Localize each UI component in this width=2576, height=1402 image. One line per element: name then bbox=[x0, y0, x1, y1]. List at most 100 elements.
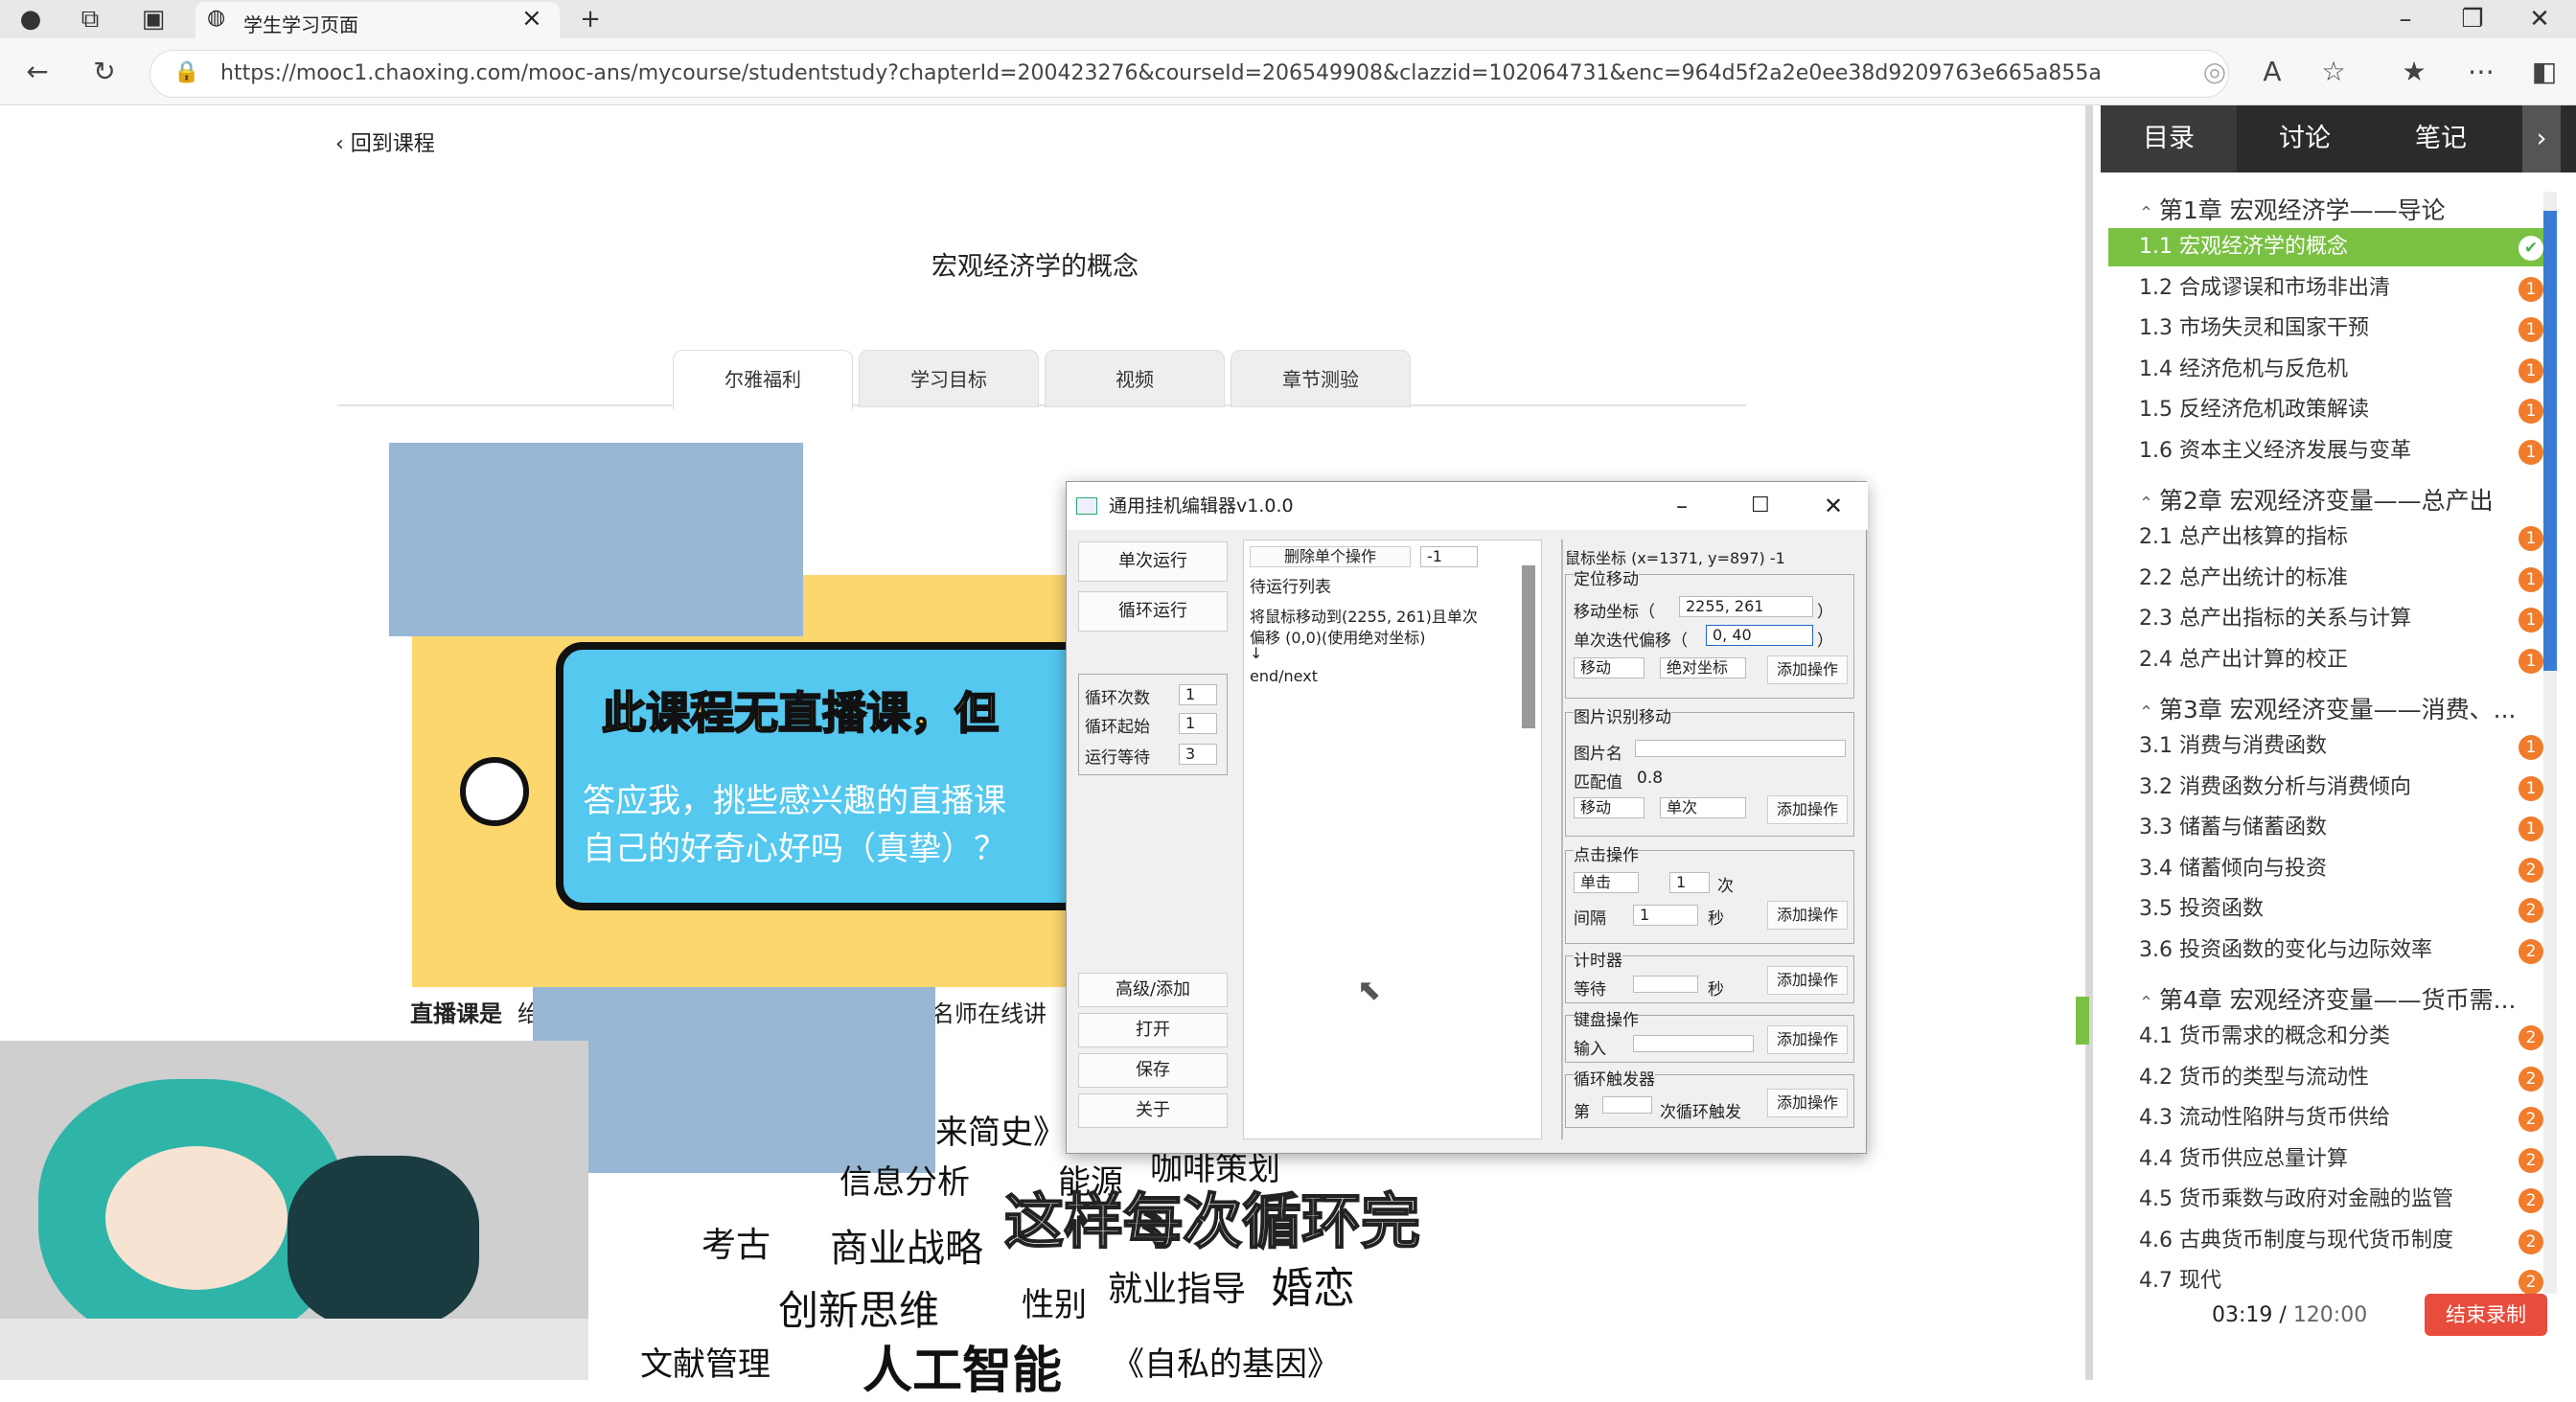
chapter-heading[interactable]: ⌃ 第4章 宏观经济变量——货币需... bbox=[2139, 981, 2517, 1016]
click-times-input[interactable]: 1 bbox=[1669, 872, 1710, 893]
timer-input[interactable] bbox=[1633, 976, 1698, 993]
minimize-icon[interactable]: – bbox=[1676, 482, 1688, 530]
toc-item[interactable]: 4.4 货币供应总量计算 2 bbox=[2108, 1140, 2549, 1179]
mode-select-2[interactable]: 单次 bbox=[1660, 797, 1746, 818]
delete-index-input[interactable]: -1 bbox=[1420, 546, 1478, 567]
offset-input[interactable]: 0, 40 bbox=[1706, 625, 1813, 646]
restore-icon[interactable]: ❐ bbox=[2453, 0, 2492, 38]
toc-item[interactable]: 1.5 反经济危机政策解读 1 bbox=[2108, 391, 2549, 429]
tab-quiz[interactable]: 章节测验 bbox=[1230, 350, 1411, 407]
img-name-input[interactable] bbox=[1635, 740, 1846, 757]
close-window-icon[interactable]: ✕ bbox=[2520, 0, 2559, 38]
move-select[interactable]: 移动 bbox=[1574, 657, 1644, 678]
toc-item[interactable]: 1.2 合成谬误和市场非出清 1 bbox=[2108, 269, 2549, 308]
about-button[interactable]: 关于 bbox=[1078, 1093, 1228, 1128]
tab-actions-icon[interactable]: ▣ bbox=[134, 0, 172, 38]
toc-item[interactable]: 4.1 货币需求的概念和分类 2 bbox=[2108, 1018, 2549, 1056]
chapter-heading[interactable]: ⌃ 第1章 宏观经济学——导论 bbox=[2139, 192, 2446, 226]
click-group: 点击操作 单击 1 次 间隔 1 秒 添加操作 bbox=[1565, 841, 1854, 944]
toc-item[interactable]: 2.4 总产出计算的校正 1 bbox=[2108, 641, 2549, 679]
back-icon[interactable]: ← bbox=[13, 48, 61, 96]
add-op-button[interactable]: 添加操作 bbox=[1767, 1025, 1848, 1054]
toc-item[interactable]: 3.5 投资函数 2 bbox=[2108, 890, 2549, 929]
list-item-text[interactable]: 将鼠标移动到(2255, 261)且单次 bbox=[1250, 604, 1478, 627]
chapter-heading[interactable]: ⌃ 第3章 宏观经济变量——消费、... bbox=[2139, 691, 2517, 725]
match-value[interactable]: 0.8 bbox=[1637, 769, 1663, 788]
tab-erya[interactable]: 尔雅福利 bbox=[673, 350, 853, 409]
loop-count-input[interactable]: 1 bbox=[1179, 684, 1217, 705]
toc-item[interactable]: 4.5 货币乘数与政府对金融的监管 2 bbox=[2108, 1181, 2549, 1219]
close-tab-icon[interactable]: × bbox=[521, 4, 542, 33]
live-label: 直播课是 bbox=[410, 1000, 502, 1027]
toc-item[interactable]: 1.3 市场失灵和国家干预 1 bbox=[2108, 310, 2549, 348]
sidebar-scrollbar[interactable] bbox=[2543, 192, 2557, 1294]
toc-item[interactable]: 3.4 储蓄倾向与投资 2 bbox=[2108, 850, 2549, 888]
wait-input[interactable]: 3 bbox=[1179, 744, 1217, 765]
minimize-icon[interactable]: – bbox=[2386, 0, 2425, 38]
sidebar-toggle-icon[interactable]: ◧ bbox=[2520, 48, 2568, 96]
move-select-2[interactable]: 移动 bbox=[1574, 797, 1644, 818]
toc-item[interactable]: 3.3 储蓄与储蓄函数 1 bbox=[2108, 809, 2549, 847]
run-once-button[interactable]: 单次运行 bbox=[1078, 541, 1228, 582]
tab-notes[interactable]: 笔记 bbox=[2373, 105, 2509, 172]
favorite-icon[interactable]: ☆ bbox=[2310, 48, 2358, 96]
toc-item-label: 1.6 资本主义经济发展与变革 bbox=[2139, 438, 2411, 463]
toc-item[interactable]: 4.2 货币的类型与流动性 2 bbox=[2108, 1059, 2549, 1097]
scrollbar-thumb[interactable] bbox=[2543, 211, 2557, 671]
toc-item[interactable]: 4.6 古典货币制度与现代货币制度 2 bbox=[2108, 1222, 2549, 1260]
toc-item[interactable]: 2.3 总产出指标的关系与计算 1 bbox=[2108, 600, 2549, 638]
chapter-heading[interactable]: ⌃ 第2章 宏观经济变量——总产出 bbox=[2139, 482, 2494, 517]
maximize-icon[interactable]: ☐ bbox=[1751, 482, 1770, 530]
add-op-button[interactable]: 添加操作 bbox=[1767, 1089, 1848, 1117]
end-recording-button[interactable]: 结束录制 bbox=[2425, 1294, 2547, 1336]
toc-item[interactable]: 1.1 宏观经济学的概念 ✔ bbox=[2108, 228, 2549, 266]
delete-op-button[interactable]: 删除单个操作 bbox=[1250, 546, 1411, 567]
toc-item[interactable]: 1.6 资本主义经济发展与变革 1 bbox=[2108, 432, 2549, 471]
click-title: 点击操作 bbox=[1574, 841, 1639, 865]
tab-discuss[interactable]: 讨论 bbox=[2237, 105, 2373, 172]
workspaces-icon[interactable]: ⧉ bbox=[71, 0, 109, 38]
favorites-icon[interactable]: ★ bbox=[2390, 48, 2438, 96]
browser-tab[interactable]: ◍ 学生学习页面 × bbox=[196, 2, 560, 40]
add-op-button[interactable]: 添加操作 bbox=[1767, 966, 1848, 995]
click-select[interactable]: 单击 bbox=[1574, 872, 1639, 893]
toc-item[interactable]: 2.2 总产出统计的标准 1 bbox=[2108, 560, 2549, 598]
new-tab-icon[interactable]: + bbox=[571, 0, 610, 38]
back-link[interactable]: ‹ 回到课程 bbox=[335, 126, 435, 157]
loop-start-input[interactable]: 1 bbox=[1179, 713, 1217, 734]
toc-item[interactable]: 4.3 流动性陷阱与货币供给 2 bbox=[2108, 1099, 2549, 1138]
arrow-down-icon: ↓ bbox=[1250, 644, 1263, 662]
add-op-button[interactable]: 添加操作 bbox=[1767, 901, 1848, 930]
tab-goals[interactable]: 学习目标 bbox=[859, 350, 1039, 407]
close-icon[interactable]: ✕ bbox=[1824, 482, 1843, 530]
tab-video[interactable]: 视频 bbox=[1045, 350, 1225, 407]
scrollbar[interactable] bbox=[1522, 565, 1535, 728]
open-button[interactable]: 打开 bbox=[1078, 1013, 1228, 1047]
more-icon[interactable]: ⋯ bbox=[2457, 48, 2505, 96]
toc-item[interactable]: 1.4 经济危机与反危机 1 bbox=[2108, 351, 2549, 389]
tracking-icon[interactable]: ◎ bbox=[2191, 48, 2239, 96]
save-button[interactable]: 保存 bbox=[1078, 1053, 1228, 1088]
key-input[interactable] bbox=[1633, 1035, 1754, 1052]
refresh-icon[interactable]: ↻ bbox=[80, 48, 128, 96]
toc-item[interactable]: 3.6 投资函数的变化与边际效率 2 bbox=[2108, 931, 2549, 970]
read-aloud-icon[interactable]: A bbox=[2248, 48, 2296, 96]
sidebar-collapse-handle[interactable] bbox=[2076, 997, 2089, 1045]
profile-icon[interactable]: ● bbox=[13, 0, 48, 38]
run-loop-button[interactable]: 循环运行 bbox=[1078, 591, 1228, 632]
toc-item[interactable]: 3.2 消费函数分析与消费倾向 1 bbox=[2108, 769, 2549, 807]
wait2-label: 等待 bbox=[1574, 980, 1606, 1000]
toc-item[interactable]: 3.1 消费与消费函数 1 bbox=[2108, 727, 2549, 766]
add-op-button[interactable]: 添加操作 bbox=[1767, 655, 1848, 684]
toc-item-label: 2.3 总产出指标的关系与计算 bbox=[2139, 607, 2411, 631]
interval-input[interactable]: 1 bbox=[1633, 905, 1698, 926]
list-item-text-2[interactable]: 偏移 (0,0)(使用绝对坐标) bbox=[1250, 625, 1426, 648]
move-coord-input[interactable]: 2255, 261 bbox=[1679, 596, 1813, 617]
tab-catalog[interactable]: 目录 bbox=[2101, 105, 2237, 172]
toc-item[interactable]: 2.1 总产出核算的指标 1 bbox=[2108, 518, 2549, 557]
coord-mode-select[interactable]: 绝对坐标 bbox=[1660, 657, 1746, 678]
chevron-right-icon[interactable]: › bbox=[2522, 105, 2561, 172]
advanced-button[interactable]: 高级/添加 bbox=[1078, 973, 1228, 1007]
add-op-button[interactable]: 添加操作 bbox=[1767, 795, 1848, 824]
nth-input[interactable] bbox=[1602, 1096, 1652, 1114]
